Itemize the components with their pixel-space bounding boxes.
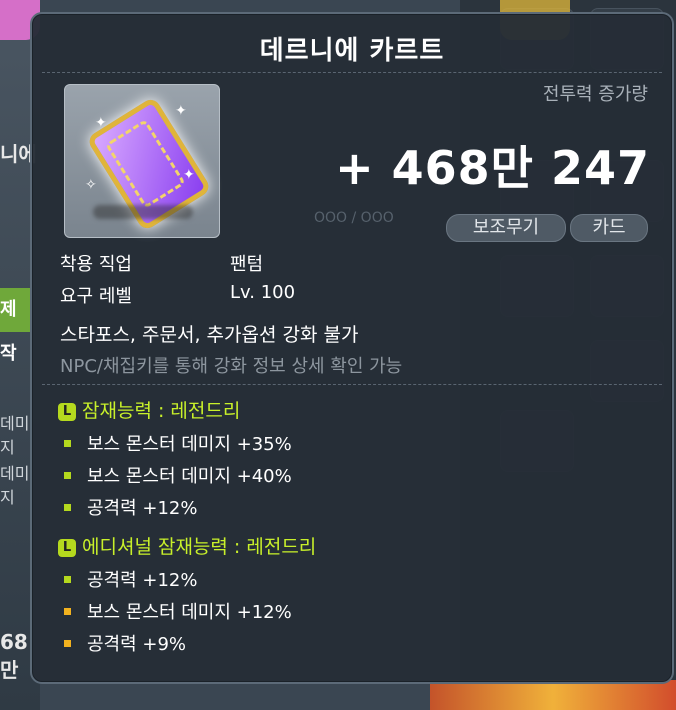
legendary-badge-icon: L xyxy=(58,403,76,421)
bg-artwork-strip xyxy=(430,680,676,710)
additional-line: 공격력 +9% xyxy=(64,630,186,656)
additional-potential-title: 에디셔널 잠재능력 : 레전드리 xyxy=(82,536,317,558)
divider xyxy=(42,72,662,73)
tag-card: 카드 xyxy=(570,214,648,242)
tag-secondary-weapon: 보조무기 xyxy=(446,214,566,242)
potential-line-text: 공격력 +12% xyxy=(87,498,198,519)
divider xyxy=(42,384,662,385)
potential-line-text: 보스 몬스터 데미지 +40% xyxy=(87,466,292,487)
level-row: 요구 레벨 Lv. 100 xyxy=(60,282,295,308)
additional-line: 공격력 +12% xyxy=(64,566,198,592)
potential-line: 보스 몬스터 데미지 +40% xyxy=(64,462,292,488)
additional-line-text: 공격력 +12% xyxy=(87,570,198,591)
job-label: 착용 직업 xyxy=(60,254,132,275)
level-label: 요구 레벨 xyxy=(60,286,132,307)
potential-line-text: 보스 몬스터 데미지 +35% xyxy=(87,434,292,455)
bullet-icon xyxy=(64,608,71,615)
job-row: 착용 직업 팬텀 xyxy=(60,250,263,276)
potential-line: 보스 몬스터 데미지 +35% xyxy=(64,430,292,456)
sparkle-icon: ✦ xyxy=(95,115,107,131)
icon-label-blur xyxy=(93,205,193,219)
item-tooltip: 데르니에 카르트 ✦ ✦ ✦ ✧ 전투력 증가량 + 468만 247 OOO … xyxy=(30,12,674,684)
enhance-hint: NPC/채집키를 통해 강화 정보 상세 확인 가능 xyxy=(60,356,403,377)
additional-line-text: 공격력 +9% xyxy=(87,634,187,655)
bullet-icon xyxy=(64,504,71,511)
additional-potential-header: L 에디셔널 잠재능력 : 레전드리 xyxy=(58,532,316,559)
sparkle-icon: ✦ xyxy=(183,167,195,183)
bullet-icon xyxy=(64,640,71,647)
bullet-icon xyxy=(64,440,71,447)
power-value: + 468만 247 xyxy=(335,141,650,195)
additional-line-text: 보스 몬스터 데미지 +12% xyxy=(87,602,292,623)
power-label: 전투력 증가량 xyxy=(542,84,648,105)
enhance-notice: 스타포스, 주문서, 추가옵션 강화 불가 xyxy=(60,324,359,346)
bg-craft-button[interactable]: 제작 xyxy=(0,288,30,364)
potential-title: 잠재능력 : 레전드리 xyxy=(82,400,241,422)
potential-header: L 잠재능력 : 레전드리 xyxy=(58,396,240,423)
bullet-icon xyxy=(64,472,71,479)
item-icon: ✦ ✦ ✦ ✧ xyxy=(64,84,220,238)
item-name: 데르니에 카르트 xyxy=(259,36,445,66)
job-value: 팬텀 xyxy=(230,254,264,275)
additional-line: 보스 몬스터 데미지 +12% xyxy=(64,598,292,624)
sparkle-icon: ✧ xyxy=(85,177,97,193)
legendary-badge-icon: L xyxy=(58,539,76,557)
sparkle-icon: ✦ xyxy=(175,103,187,119)
level-value: Lv. 100 xyxy=(230,282,296,303)
bullet-icon xyxy=(64,576,71,583)
potential-line: 공격력 +12% xyxy=(64,494,198,520)
slot-ghost-text: OOO / OOO xyxy=(314,210,394,226)
